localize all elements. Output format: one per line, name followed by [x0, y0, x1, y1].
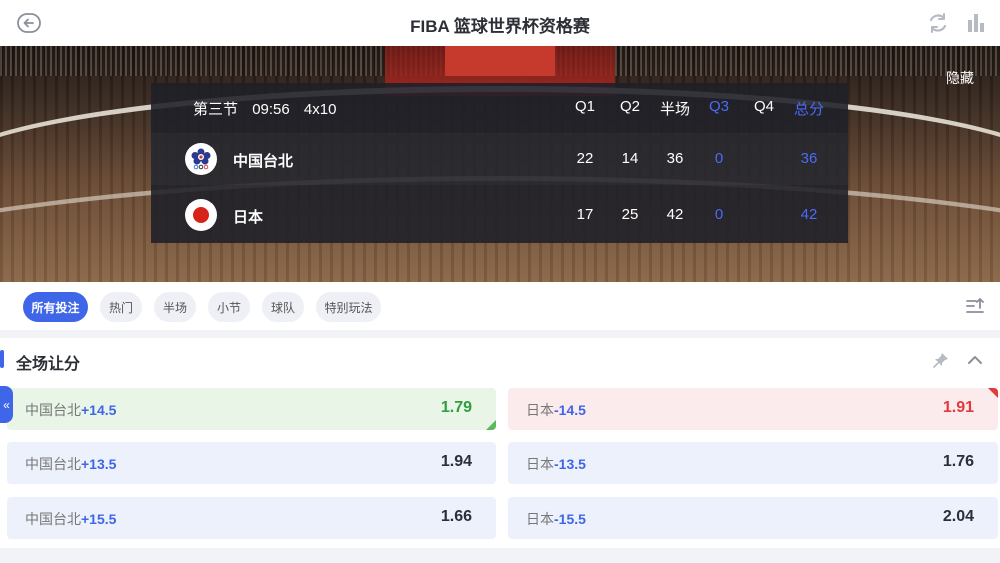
- score-total: 42: [800, 206, 818, 223]
- team-label: 中国台北: [25, 402, 81, 418]
- odds-label: 中国台北+15.5: [25, 509, 116, 529]
- filter-chip-all[interactable]: 所有投注: [23, 292, 88, 322]
- bet-filter-bar: 所有投注 热门 半场 小节 球队 特别玩法: [0, 282, 1000, 330]
- bar-chart-icon: [968, 14, 984, 32]
- pin-icon: [933, 353, 948, 368]
- odds-label: 中国台北+13.5: [25, 454, 116, 474]
- team-label: 中国台北: [25, 456, 81, 472]
- chinese-taipei-olympic-flag-icon: [191, 148, 211, 170]
- team-row: 日本 17 25 42 0 42: [151, 189, 848, 241]
- refresh-icon: [929, 13, 947, 33]
- japan-flag-icon: [193, 207, 209, 223]
- odds-label: 日本-15.5: [526, 509, 586, 529]
- top-bar: FIBA 篮球世界杯资格赛: [0, 0, 1000, 46]
- team-label: 日本: [526, 511, 554, 527]
- odds-cell-home[interactable]: 中国台北+14.5 1.79: [7, 388, 496, 430]
- team-label: 日本: [526, 402, 554, 418]
- side-drawer-tab[interactable]: «: [0, 386, 13, 423]
- handicap-value: +13.5: [81, 456, 117, 472]
- scoreboard: 第三节 09:56 4x10 Q1 Q2 半场 Q3 Q4 总分 中国台北 22…: [151, 83, 848, 243]
- handicap-value: -14.5: [554, 402, 586, 418]
- market-title: 全场让分: [16, 356, 81, 373]
- period-info: 第三节 09:56 4x10: [193, 98, 346, 119]
- pin-button[interactable]: [931, 350, 951, 370]
- odds-price: 1.94: [440, 453, 472, 470]
- col-total: 总分: [793, 101, 824, 118]
- score-q2: 14: [621, 150, 639, 167]
- team-name: 日本: [233, 209, 264, 226]
- sort-button[interactable]: [964, 295, 986, 317]
- odds-label: 中国台北+14.5: [25, 400, 116, 420]
- stats-button[interactable]: [964, 11, 988, 35]
- score-q1: 22: [576, 150, 594, 167]
- team-name: 中国台北: [233, 153, 294, 170]
- handicap-value: +14.5: [81, 402, 117, 418]
- odds-down-indicator: [988, 388, 998, 398]
- odds-cell-away[interactable]: 日本-14.5 1.91: [508, 388, 998, 430]
- odds-price: 1.76: [942, 453, 974, 470]
- col-half: 半场: [659, 101, 690, 118]
- filter-chip-team[interactable]: 球队: [262, 292, 304, 322]
- filter-chip-special[interactable]: 特别玩法: [316, 292, 381, 322]
- odds-label: 日本-14.5: [526, 400, 586, 420]
- team-logo: [185, 199, 217, 231]
- score-half: 36: [666, 150, 684, 167]
- game-clock: 09:56: [252, 101, 290, 118]
- score-q3: 0: [714, 206, 724, 223]
- court-paint-inner: [445, 46, 555, 76]
- scoreboard-header: 第三节 09:56 4x10 Q1 Q2 半场 Q3 Q4 总分: [151, 83, 848, 131]
- col-q3: Q3: [708, 98, 729, 115]
- period-label: 第三节: [193, 101, 239, 118]
- col-q2: Q2: [619, 98, 640, 115]
- chevron-up-icon: [968, 356, 982, 364]
- filter-chip-quarter[interactable]: 小节: [208, 292, 250, 322]
- refresh-button[interactable]: [926, 11, 950, 35]
- odds-cell-home[interactable]: 中国台北+15.5 1.66: [7, 497, 496, 539]
- odds-price: 1.79: [440, 399, 472, 416]
- team-row: 中国台北 22 14 36 0 36: [151, 133, 848, 185]
- odds-cell-away[interactable]: 日本-13.5 1.76: [508, 442, 998, 484]
- score-half: 42: [666, 206, 684, 223]
- odds-price: 1.91: [942, 399, 974, 416]
- col-q4: Q4: [753, 98, 774, 115]
- score-q1: 17: [576, 206, 594, 223]
- match-hero: 隐藏 第三节 09:56 4x10 Q1 Q2 半场 Q3 Q4 总分 中国台北…: [0, 46, 1000, 282]
- page-title: FIBA 篮球世界杯资格赛: [410, 17, 590, 36]
- team-label: 日本: [526, 456, 554, 472]
- score-q3: 0: [714, 150, 724, 167]
- odds-cell-away[interactable]: 日本-15.5 2.04: [508, 497, 998, 539]
- game-format: 4x10: [303, 101, 337, 118]
- odds-price: 2.04: [942, 508, 974, 525]
- score-q2: 25: [621, 206, 639, 223]
- odds-cell-home[interactable]: 中国台北+13.5 1.94: [7, 442, 496, 484]
- sort-upload-icon: [966, 298, 984, 313]
- handicap-value: +15.5: [81, 511, 117, 527]
- score-total: 36: [800, 150, 818, 167]
- hide-button[interactable]: 隐藏: [946, 68, 974, 88]
- handicap-value: -13.5: [554, 456, 586, 472]
- team-label: 中国台北: [25, 511, 81, 527]
- collapse-button[interactable]: [964, 350, 986, 370]
- odds-label: 日本-13.5: [526, 454, 586, 474]
- col-q1: Q1: [574, 98, 595, 115]
- filter-chip-half[interactable]: 半场: [154, 292, 196, 322]
- handicap-value: -15.5: [554, 511, 586, 527]
- odds-price: 1.66: [440, 508, 472, 525]
- odds-up-indicator: [486, 420, 496, 430]
- team-logo: [185, 143, 217, 175]
- section-accent: [0, 350, 4, 368]
- filter-chip-hot[interactable]: 热门: [100, 292, 142, 322]
